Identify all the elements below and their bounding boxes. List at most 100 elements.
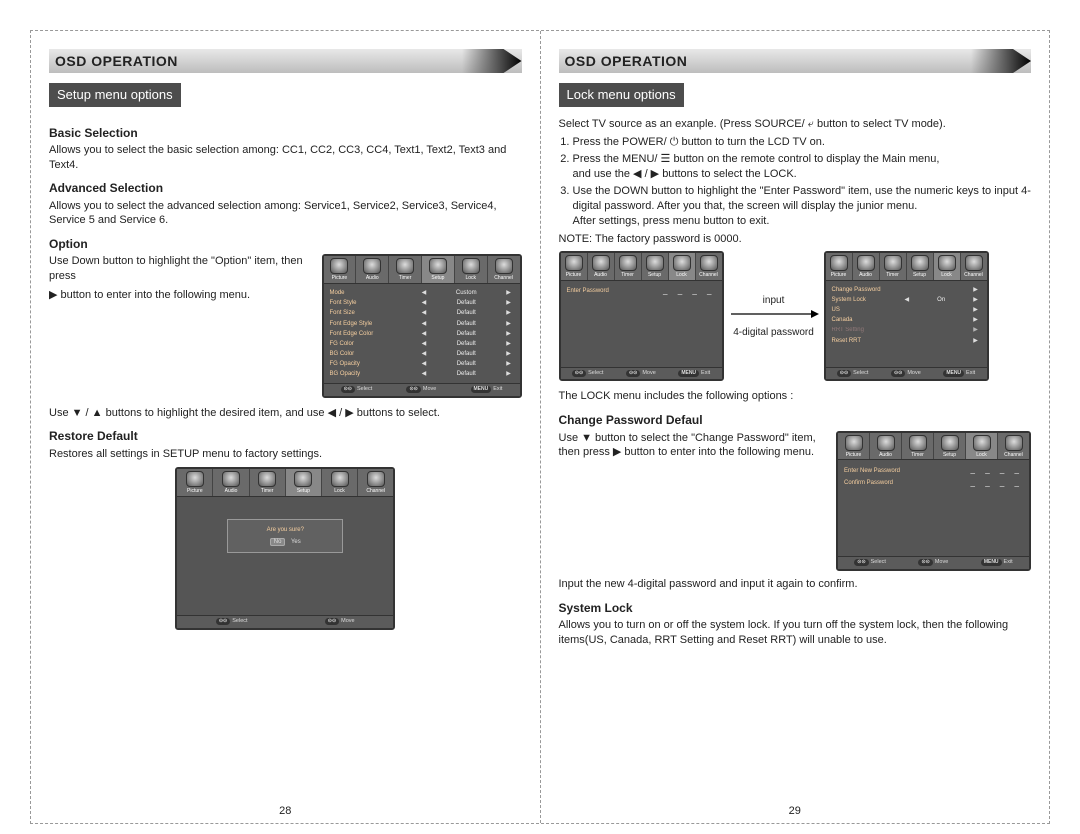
osd-tab-label: Channel [488,275,520,282]
enter-new-password-label: Enter New Password [844,467,971,475]
osd-tab-setup[interactable]: Setup [642,253,669,280]
password-field[interactable]: _ _ _ _ [663,286,715,297]
factory-note: NOTE: The factory password is 0000. [559,232,1032,247]
osd-tab-setup[interactable]: Setup [422,256,455,283]
osd-tab-lock[interactable]: Lock [966,433,998,460]
osd-lock-menu: PictureAudioTimerSetupLockChannel Change… [824,251,989,381]
picture-icon [845,435,863,451]
enter-password-label: Enter Password [567,287,664,295]
osd-row[interactable]: Font Size◀Default▶ [330,308,514,318]
osd-tab-label: Channel [696,272,722,279]
page-number: 28 [279,804,291,819]
osd-tab-picture[interactable]: Picture [561,253,588,280]
osd-tab-picture[interactable]: Picture [324,256,357,283]
osd-tab-label: Setup [286,488,321,495]
osd-row[interactable]: Reset RRT▶ [832,336,981,346]
osd-tab-lock[interactable]: Lock [322,469,358,496]
osd-row[interactable]: FG Color◀Default▶ [330,339,514,349]
osd-tab-channel[interactable]: Channel [488,256,520,283]
dialog-no-button[interactable]: No [270,538,286,546]
osd-tab-audio[interactable]: Audio [853,253,880,280]
osd-row[interactable]: Font Edge Color◀Default▶ [330,329,514,339]
new-password-field[interactable]: _ _ _ _ [971,465,1023,476]
setup-icon [429,258,447,274]
osd-option-menu: PictureAudioTimerSetupLockChannel Mode◀C… [322,254,522,397]
osd-tab-label: Audio [870,452,901,459]
osd-tab-timer[interactable]: Timer [880,253,907,280]
channel-icon [1005,435,1023,451]
osd-tab-timer[interactable]: Timer [250,469,286,496]
osd-row[interactable]: Font Style◀Default▶ [330,298,514,308]
osd-tab-label: Picture [826,272,852,279]
page-header-text: OSD OPERATION [565,52,688,71]
lock-icon [673,255,691,271]
step-2: Press the MENU/ ☰ button on the remote c… [573,152,1032,182]
osd-tab-channel[interactable]: Channel [961,253,987,280]
osd-tab-label: Lock [669,272,695,279]
option-footer-text: Use ▼ / ▲ buttons to highlight the desir… [49,406,522,421]
lock-intro-2: The LOCK menu includes the following opt… [559,389,1032,404]
osd-tab-setup[interactable]: Setup [934,433,966,460]
osd-foot-select: ⊙⊙Select [216,618,248,625]
osd-tab-picture[interactable]: Picture [838,433,870,460]
osd-tab-picture[interactable]: Picture [826,253,853,280]
osd-row[interactable]: US▶ [832,305,981,315]
page-header: OSD OPERATION [49,49,522,73]
osd-tab-audio[interactable]: Audio [213,469,249,496]
osd-tab-lock[interactable]: Lock [455,256,488,283]
osd-tab-label: Timer [902,452,933,459]
page-number: 29 [789,804,801,819]
step-3: Use the DOWN button to highlight the "En… [573,184,1032,229]
dialog-yes-button[interactable]: Yes [291,539,301,545]
osd-foot-move: ⊙⊙Move [325,618,355,625]
channel-icon [965,255,983,271]
osd-row[interactable]: RRT Setting▶ [832,325,981,335]
option-text-1: Use Down button to highlight the "Option… [49,254,312,284]
osd-enter-password: PictureAudioTimerSetupLockChannel Enter … [559,251,724,381]
restore-heading: Restore Default [49,428,522,444]
osd-row[interactable]: Change Password▶ [832,285,981,295]
osd-row[interactable]: FG Opacity◀Default▶ [330,359,514,369]
osd-tab-label: Timer [880,272,906,279]
audio-icon [592,255,610,271]
osd-tab-setup[interactable]: Setup [286,469,322,496]
basic-selection-heading: Basic Selection [49,125,522,141]
osd-tab-channel[interactable]: Channel [696,253,722,280]
basic-selection-text: Allows you to select the basic selection… [49,143,522,173]
setup-icon [294,471,312,487]
confirm-dialog: Are you sure? No Yes [227,519,343,553]
osd-row[interactable]: BG Color◀Default▶ [330,349,514,359]
osd-foot-move: ⊙⊙Move [406,386,436,393]
confirm-password-field[interactable]: _ _ _ _ [971,478,1023,489]
osd-tab-picture[interactable]: Picture [177,469,213,496]
osd-row[interactable]: System Lock◀On▶ [832,295,981,305]
osd-tab-label: Channel [961,272,987,279]
osd-tab-timer[interactable]: Timer [902,433,934,460]
osd-tab-timer[interactable]: Timer [389,256,422,283]
osd-tab-audio[interactable]: Audio [870,433,902,460]
setup-icon [911,255,929,271]
osd-tab-lock[interactable]: Lock [934,253,961,280]
channel-icon [700,255,718,271]
osd-tab-label: Lock [455,275,487,282]
osd-tab-label: Lock [966,452,997,459]
osd-tab-channel[interactable]: Channel [358,469,393,496]
osd-row[interactable]: BG Opacity◀Default▶ [330,369,514,379]
osd-row[interactable]: Mode◀Custom▶ [330,288,514,298]
restore-text: Restores all settings in SETUP menu to f… [49,447,522,462]
osd-tab-label: Setup [642,272,668,279]
lock-icon [938,255,956,271]
osd-tab-channel[interactable]: Channel [998,433,1029,460]
osd-tab-setup[interactable]: Setup [907,253,934,280]
osd-row[interactable]: Canada▶ [832,315,981,325]
osd-tab-audio[interactable]: Audio [356,256,389,283]
page-29: OSD OPERATION Lock menu options Select T… [541,31,1050,823]
osd-row[interactable]: Font Edge Style◀Default▶ [330,319,514,329]
osd-tab-timer[interactable]: Timer [615,253,642,280]
lock-icon [331,471,349,487]
lock-icon [462,258,480,274]
osd-tab-audio[interactable]: Audio [588,253,615,280]
osd-tab-lock[interactable]: Lock [669,253,696,280]
osd-tab-label: Setup [907,272,933,279]
channel-icon [495,258,513,274]
